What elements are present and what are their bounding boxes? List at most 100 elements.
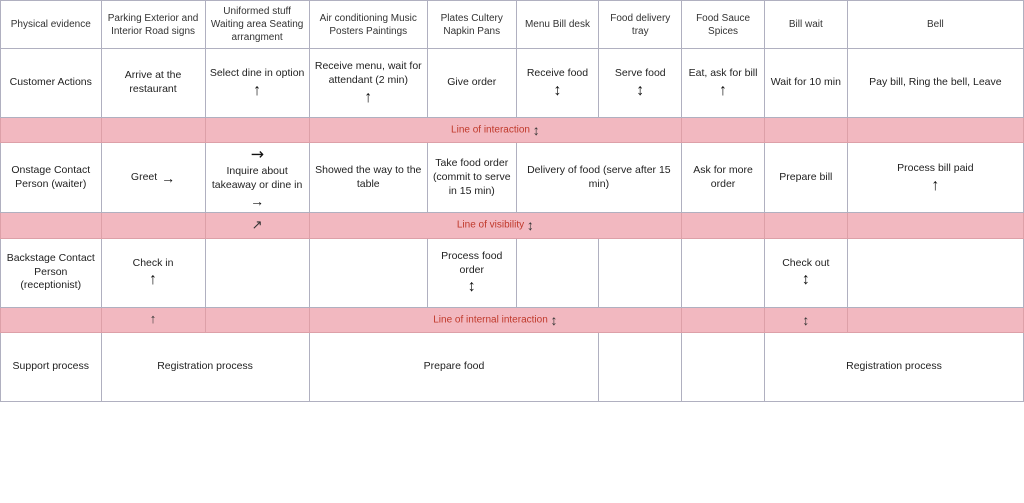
line-interaction-text: Line of interaction ↕	[309, 118, 682, 143]
header-col8: Bill wait	[764, 1, 847, 49]
onstage-cell-2: Showed the way to the table	[309, 143, 427, 213]
header-col4: Plates Cultery Napkin Pans	[427, 1, 516, 49]
header-row: Physical evidence Parking Exterior and I…	[1, 1, 1024, 49]
text: Ask for more order	[685, 164, 761, 191]
line-internal-cell-1: ↑	[101, 307, 205, 332]
header-col7: Food Sauce Spices	[682, 1, 765, 49]
onstage-label: Onstage Contact Person (waiter)	[1, 143, 102, 213]
line-visibility-cell-1	[101, 213, 205, 238]
header-col6: Food delivery tray	[599, 1, 682, 49]
arrow-up-icon: ↑	[719, 83, 727, 99]
onstage-cell-8: Process bill paid ↑	[847, 143, 1023, 213]
text: Registration process	[846, 360, 942, 374]
backstage-cell-1	[205, 238, 309, 307]
backstage-cell-5	[599, 238, 682, 307]
text: Showed the way to the table	[313, 164, 424, 191]
arrow-up-icon: ↑	[364, 90, 372, 106]
text: Prepare bill	[779, 171, 832, 185]
support-cell-5	[599, 332, 682, 401]
arrow-right-icon: →	[161, 171, 175, 185]
text: Serve food	[615, 67, 666, 81]
line-internal-cell-7	[682, 307, 765, 332]
arrow-up-icon: ↑	[149, 272, 157, 288]
line-interaction-cell-2	[205, 118, 309, 143]
backstage-row: Backstage Contact Person (receptionist) …	[1, 238, 1024, 307]
support-cell-6	[682, 332, 765, 401]
line-visibility-text: Line of visibility ↕	[309, 213, 682, 238]
onstage-cell-0: Greet →	[101, 143, 205, 213]
header-col9: Bell	[847, 1, 1023, 49]
line-visibility-cell-7	[682, 213, 765, 238]
arrow-updown-icon: ↕	[636, 83, 644, 99]
line-internal-row: ↑ Line of internal interaction ↕ ↕	[1, 307, 1024, 332]
customer-cell-7: Wait for 10 min	[764, 49, 847, 118]
header-col3: Air conditioning Music Posters Paintings	[309, 1, 427, 49]
arrow-right-icon: →	[250, 194, 264, 208]
line-visibility-label-col	[1, 213, 102, 238]
text: Receive menu, wait for attendant (2 min)	[313, 60, 424, 87]
customer-cell-1: Select dine in option ↑	[205, 49, 309, 118]
arrow-updown-icon: ↕	[553, 83, 561, 99]
support-label: Support process	[1, 332, 102, 401]
customer-cell-4: Receive food ↕	[516, 49, 599, 118]
line-interaction-row: Line of interaction ↕	[1, 118, 1024, 143]
support-cell-prepare: Prepare food	[309, 332, 599, 401]
line-visibility-cell-8	[764, 213, 847, 238]
text: Greet	[131, 171, 157, 185]
arrow-up-icon: ↑	[253, 83, 261, 99]
text: Eat, ask for bill	[689, 67, 758, 81]
customer-cell-0: Arrive at the restaurant	[101, 49, 205, 118]
header-col1: Parking Exterior and Interior Road signs	[101, 1, 205, 49]
customer-cell-6: Eat, ask for bill ↑	[682, 49, 765, 118]
onstage-cell-1: ↗ Inquire about takeaway or dine in →	[205, 143, 309, 213]
header-col2: Uniformed stuff Waiting area Seating arr…	[205, 1, 309, 49]
text: Delivery of food (serve after 15 min)	[520, 164, 679, 191]
line-internal-cell-8: ↕	[764, 307, 847, 332]
backstage-label: Backstage Contact Person (receptionist)	[1, 238, 102, 307]
backstage-cell-8	[847, 238, 1023, 307]
support-cell-registration1: Registration process	[101, 332, 309, 401]
line-interaction-cell-9	[847, 118, 1023, 143]
line-visibility-cell-2: ↗	[205, 213, 309, 238]
onstage-cell-3: Take food order (commit to serve in 15 m…	[427, 143, 516, 213]
line-visibility-row: ↗ Line of visibility ↕	[1, 213, 1024, 238]
backstage-cell-6	[682, 238, 765, 307]
text: Wait for 10 min	[771, 76, 841, 90]
arrow-updown-icon: ↕	[468, 279, 476, 295]
text: Give order	[447, 76, 496, 90]
line-interaction-cell-1	[101, 118, 205, 143]
text: Check in	[133, 257, 174, 271]
onstage-cell-4: Delivery of food (serve after 15 min)	[516, 143, 682, 213]
onstage-cell-7: Prepare bill	[764, 143, 847, 213]
header-col5: Menu Bill desk	[516, 1, 599, 49]
customer-cell-8: Pay bill, Ring the bell, Leave	[847, 49, 1023, 118]
line-visibility-cell-9	[847, 213, 1023, 238]
text: Select dine in option	[210, 67, 305, 81]
backstage-cell-2	[309, 238, 427, 307]
text: Process food order	[431, 250, 513, 277]
line-interaction-cell-7	[682, 118, 765, 143]
text: Pay bill, Ring the bell, Leave	[869, 76, 1002, 90]
text: Receive food	[527, 67, 588, 81]
text: Process bill paid	[897, 162, 973, 176]
service-blueprint-table: Physical evidence Parking Exterior and I…	[0, 0, 1024, 402]
line-interaction-cell-8	[764, 118, 847, 143]
support-row: Support process Registration process Pre…	[1, 332, 1024, 401]
line-interaction-label	[1, 118, 102, 143]
line-internal-label-col	[1, 307, 102, 332]
arrow-up-icon: ↑	[931, 178, 939, 194]
onstage-row: Onstage Contact Person (waiter) Greet → …	[1, 143, 1024, 213]
text: Check out	[782, 257, 829, 271]
customer-label: Customer Actions	[1, 49, 102, 118]
text: Prepare food	[424, 360, 485, 374]
text: Inquire about takeaway or dine in	[209, 165, 306, 192]
arrow-updown-icon: ↕	[802, 272, 810, 288]
backstage-cell-3: Process food order ↕	[427, 238, 516, 307]
header-physical-evidence: Physical evidence	[1, 1, 102, 49]
backstage-cell-7: Check out ↕	[764, 238, 847, 307]
line-internal-cell-2	[205, 307, 309, 332]
line-internal-cell-9	[847, 307, 1023, 332]
arrow-diagonal-icon: ↗	[247, 145, 268, 166]
text: Arrive at the restaurant	[105, 69, 202, 96]
customer-row: Customer Actions Arrive at the restauran…	[1, 49, 1024, 118]
